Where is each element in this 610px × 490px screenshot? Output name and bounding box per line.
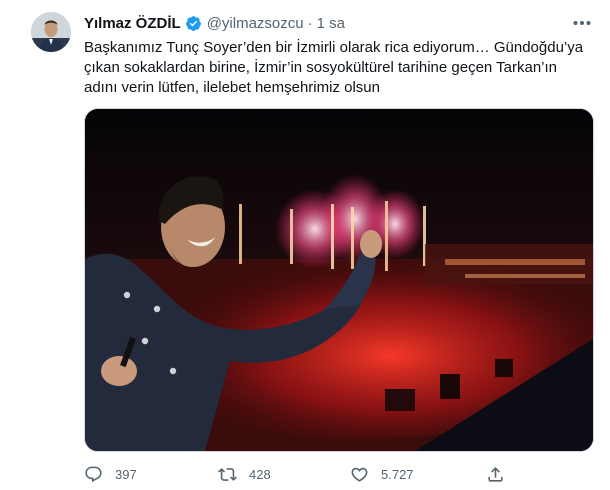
tweet-text-line: adını verin lütfen, ilelebet hemşehrimiz… (84, 79, 380, 96)
tweet-text-line: çıkan sokaklardan birine, İzmir’in sosyo… (84, 59, 558, 76)
verified-badge-icon (185, 15, 202, 32)
timestamp[interactable]: 1 sa (317, 15, 345, 32)
retweet-count: 428 (249, 466, 271, 482)
tweet-text: Başkanımız Tunç Soyer’den bir İzmirli ol… (84, 38, 594, 98)
retweet-icon (218, 465, 237, 484)
avatar-image (31, 12, 71, 52)
author-name[interactable]: Yılmaz ÖZDİL (84, 15, 181, 32)
tweet-photo[interactable] (84, 108, 594, 452)
tweet-actions: 397 428 5.727 (84, 462, 594, 486)
like-button[interactable]: 5.727 (350, 462, 414, 486)
more-horizontal-icon (573, 21, 591, 25)
reply-button[interactable]: 397 (84, 462, 137, 486)
more-options-button[interactable] (570, 13, 594, 33)
separator-dot: · (307, 14, 313, 32)
avatar[interactable] (31, 12, 71, 52)
share-button[interactable] (486, 462, 517, 486)
author-handle[interactable]: @yilmazsozcu (207, 15, 304, 32)
tweet-header: Yılmaz ÖZDİL @yilmazsozcu · 1 sa (84, 12, 345, 34)
tweet-text-line: Başkanımız Tunç Soyer’den bir İzmirli ol… (84, 39, 584, 56)
reply-icon (84, 465, 103, 484)
reply-count: 397 (115, 466, 137, 482)
tweet[interactable]: Yılmaz ÖZDİL @yilmazsozcu · 1 sa Başkanı… (0, 0, 610, 490)
like-count: 5.727 (381, 466, 414, 482)
photo-image (85, 109, 593, 451)
like-icon (350, 465, 369, 484)
share-icon (486, 465, 505, 484)
retweet-button[interactable]: 428 (218, 462, 271, 486)
